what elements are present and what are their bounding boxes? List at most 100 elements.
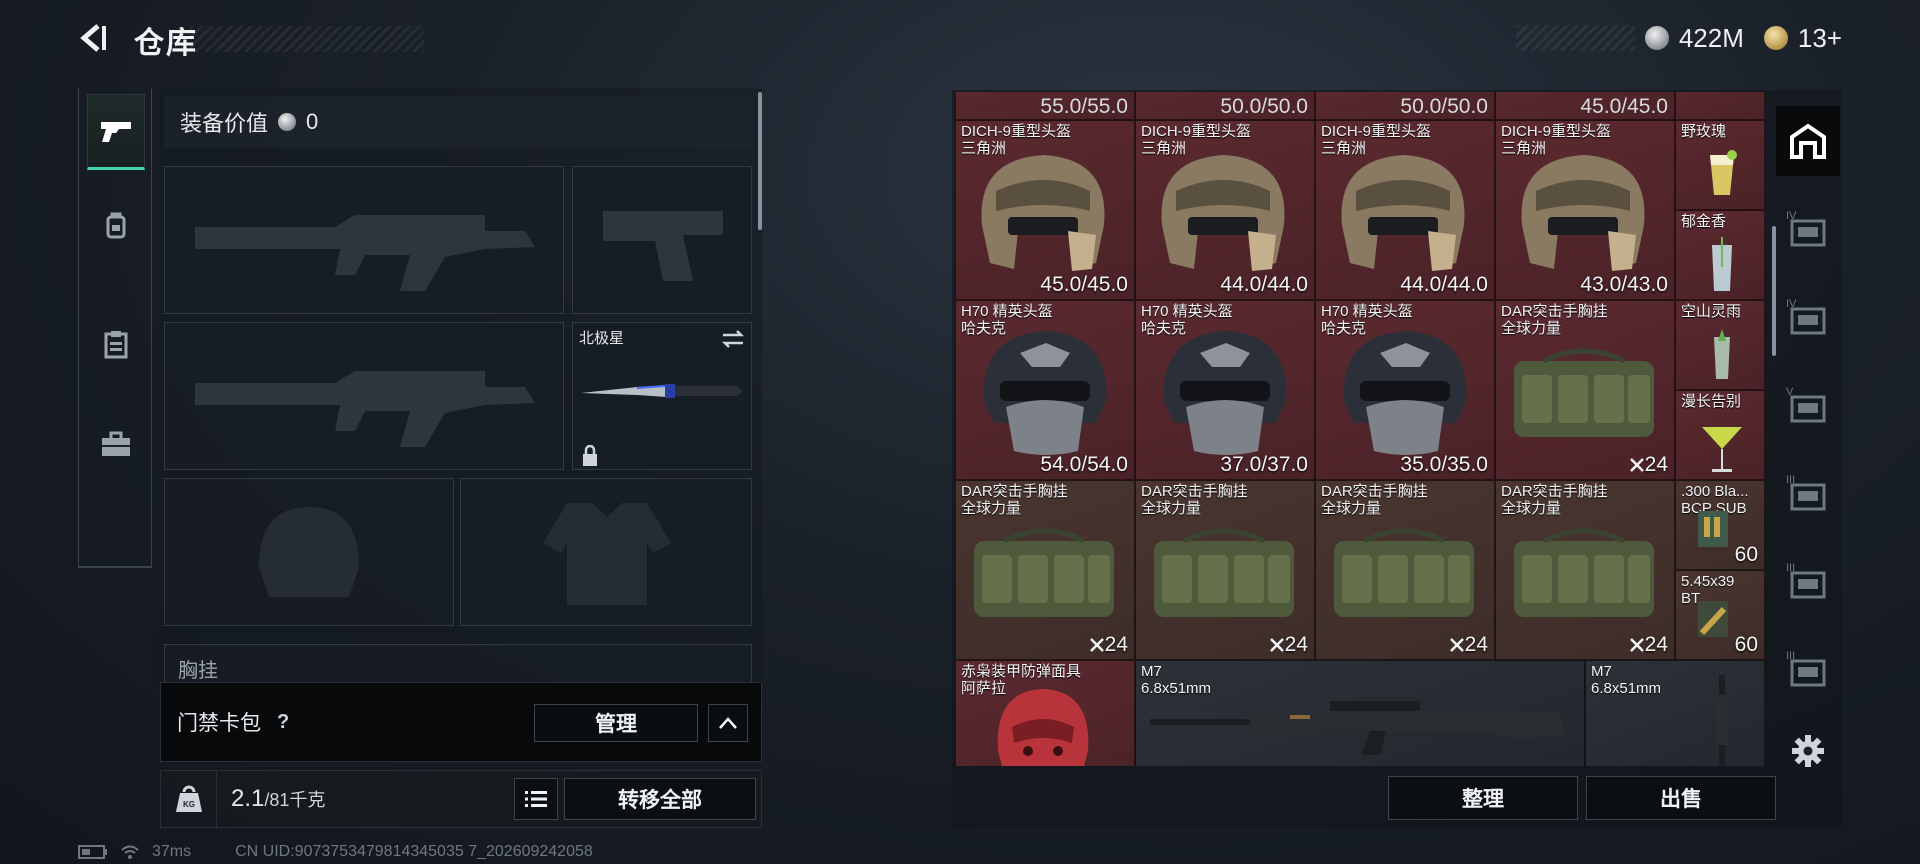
collapse-button[interactable] bbox=[708, 704, 748, 742]
inventory-item[interactable]: 漫长告别 bbox=[1675, 390, 1765, 480]
item-name: M7 bbox=[1141, 663, 1162, 680]
inventory-item[interactable]: 空山灵雨 bbox=[1675, 300, 1765, 390]
nav-vest-tab[interactable] bbox=[87, 306, 145, 382]
chest-rig-slot[interactable] bbox=[164, 644, 752, 684]
inventory-item[interactable]: DICH-9重型头盔 三角洲 45.0/45.0 bbox=[955, 120, 1135, 300]
inventory-item[interactable]: M7 6.8x51mm bbox=[1135, 660, 1585, 766]
container-tab-1[interactable]: IV bbox=[1776, 194, 1840, 264]
manage-button[interactable]: 管理 bbox=[534, 704, 698, 742]
inventory-item[interactable] bbox=[1675, 92, 1765, 120]
helmet-silhouette-icon bbox=[259, 507, 359, 597]
item-faction: 全球力量 bbox=[961, 500, 1022, 517]
cocktail-icon bbox=[1702, 427, 1742, 472]
inventory-item[interactable]: 50.0/50.0 bbox=[1315, 92, 1495, 120]
cocktail-icon bbox=[1710, 150, 1737, 195]
body-armor-slot[interactable] bbox=[460, 478, 752, 626]
item-name: DICH-9重型头盔 bbox=[1321, 123, 1432, 140]
wifi-icon bbox=[121, 845, 139, 859]
settings-button[interactable] bbox=[1776, 716, 1840, 786]
sell-button[interactable]: 出售 bbox=[1586, 776, 1776, 820]
container-tab-main[interactable] bbox=[1776, 106, 1840, 176]
inventory-item[interactable]: DICH-9重型头盔 三角洲 43.0/43.0 bbox=[1495, 120, 1675, 300]
currency-bar: 422M 13+ bbox=[1516, 23, 1852, 54]
shelf-icon: V bbox=[1786, 386, 1826, 423]
item-faction: 全球力量 bbox=[1321, 500, 1382, 517]
inventory-item[interactable]: 55.0/55.0 bbox=[955, 92, 1135, 120]
inventory-item[interactable]: DAR突击手胸挂 全球力量 24 bbox=[1495, 300, 1675, 480]
inventory-item[interactable]: H70 精英头盔 哈夫克 54.0/54.0 bbox=[955, 300, 1135, 480]
capacity-value: 24 bbox=[1464, 633, 1488, 656]
pistol-silhouette-icon bbox=[603, 211, 723, 281]
tan-helmet-icon bbox=[981, 155, 1105, 271]
nav-weapons-tab[interactable] bbox=[87, 94, 145, 170]
swap-icon[interactable] bbox=[721, 329, 745, 349]
melee-slot[interactable]: 北极星 bbox=[572, 322, 752, 470]
inventory-item[interactable]: H70 精英头盔 哈夫克 37.0/37.0 bbox=[1135, 300, 1315, 480]
capacity-value: 24 bbox=[1644, 633, 1668, 656]
sort-button[interactable]: 整理 bbox=[1388, 776, 1578, 820]
inventory-item[interactable]: M7 6.8x51mm bbox=[1585, 660, 1765, 766]
nav-toolbox-tab[interactable] bbox=[87, 406, 145, 482]
item-faction: 全球力量 bbox=[1501, 500, 1562, 517]
nav-backpack-tab[interactable] bbox=[87, 188, 145, 264]
toolbox-icon bbox=[102, 431, 130, 456]
capacity-value: 24 bbox=[1284, 633, 1308, 656]
transfer-all-button[interactable]: 转移全部 bbox=[564, 778, 756, 820]
inventory-item[interactable]: DICH-9重型头盔 三角洲 44.0/44.0 bbox=[1315, 120, 1495, 300]
inventory-item[interactable]: 赤枭装甲防弹面具 阿萨拉 bbox=[955, 660, 1135, 766]
gold-coin-icon[interactable] bbox=[1763, 26, 1788, 50]
weight-value: 2.1/81千克 bbox=[231, 785, 325, 813]
shelf-icon: III bbox=[1786, 650, 1826, 687]
equipment-nav bbox=[78, 88, 152, 568]
primary-weapon-slot[interactable] bbox=[164, 166, 564, 314]
container-tab-4[interactable]: III bbox=[1776, 458, 1840, 528]
item-caliber: 6.8x51mm bbox=[1141, 680, 1212, 697]
inventory-item[interactable]: 郁金香 bbox=[1675, 210, 1765, 300]
inventory-item[interactable]: DICH-9重型头盔 三角洲 44.0/44.0 bbox=[1135, 120, 1315, 300]
inventory-item[interactable]: 5.45x39 BT 60 bbox=[1675, 570, 1765, 660]
inventory-item[interactable]: DAR突击手胸挂 全球力量 24 bbox=[1315, 480, 1495, 660]
weight-icon: KG bbox=[175, 785, 202, 812]
container-tab-6[interactable]: III bbox=[1776, 634, 1840, 704]
inventory-item[interactable]: .300 Bla... BCP SUB 60 bbox=[1675, 480, 1765, 570]
inventory-item[interactable]: 野玫瑰 bbox=[1675, 120, 1765, 210]
title-decoration bbox=[190, 26, 424, 52]
capacity-value: 24 bbox=[1104, 633, 1128, 656]
item-caliber: 6.8x51mm bbox=[1591, 680, 1662, 697]
item-name: DAR突击手胸挂 bbox=[1501, 303, 1608, 320]
helmet-slot[interactable] bbox=[164, 478, 454, 626]
inventory-item[interactable]: H70 精英头盔 哈夫克 35.0/35.0 bbox=[1315, 300, 1495, 480]
item-name: DICH-9重型头盔 bbox=[1141, 123, 1252, 140]
rifle-vertical-icon bbox=[1716, 675, 1728, 765]
list-icon bbox=[525, 791, 547, 807]
container-tab-2[interactable]: IV bbox=[1776, 282, 1840, 352]
inventory-item[interactable]: DAR突击手胸挂 全球力量 24 bbox=[1135, 480, 1315, 660]
sidearm-slot[interactable] bbox=[572, 166, 752, 314]
inventory-item[interactable]: DAR突击手胸挂 全球力量 24 bbox=[1495, 480, 1675, 660]
rifle-silhouette-icon bbox=[195, 215, 535, 291]
item-capacity: 24 bbox=[1089, 633, 1128, 657]
container-tab-5[interactable]: III bbox=[1776, 546, 1840, 616]
inventory-item[interactable]: DAR突击手胸挂 全球力量 24 bbox=[955, 480, 1135, 660]
item-capacity: 24 bbox=[1629, 453, 1668, 477]
item-capacity: 24 bbox=[1629, 633, 1668, 657]
help-icon[interactable]: ? bbox=[277, 711, 289, 734]
container-tab-3[interactable]: V bbox=[1776, 370, 1840, 440]
rifle-icon bbox=[1150, 701, 1564, 755]
equipment-scrollbar[interactable] bbox=[758, 92, 762, 230]
item-durability: 50.0/50.0 bbox=[1400, 95, 1488, 118]
item-durability: 50.0/50.0 bbox=[1220, 95, 1308, 118]
inventory-item[interactable]: 45.0/45.0 bbox=[1495, 92, 1675, 120]
gun-icon bbox=[101, 122, 131, 142]
back-button[interactable] bbox=[74, 18, 114, 58]
weight-current: 2.1 bbox=[231, 785, 265, 812]
capacity-icon bbox=[1089, 638, 1104, 652]
secondary-weapon-slot[interactable] bbox=[164, 322, 564, 470]
ammo-box-icon bbox=[1698, 601, 1728, 637]
inventory-item[interactable]: 50.0/50.0 bbox=[1135, 92, 1315, 120]
equipment-value-row: 装备价值 0 bbox=[164, 96, 754, 148]
gold-currency-value[interactable]: 13+ bbox=[1798, 23, 1842, 54]
chest-rig-label: 胸挂 bbox=[178, 660, 218, 682]
list-view-button[interactable] bbox=[514, 778, 558, 820]
tan-helmet-icon bbox=[1341, 155, 1465, 271]
